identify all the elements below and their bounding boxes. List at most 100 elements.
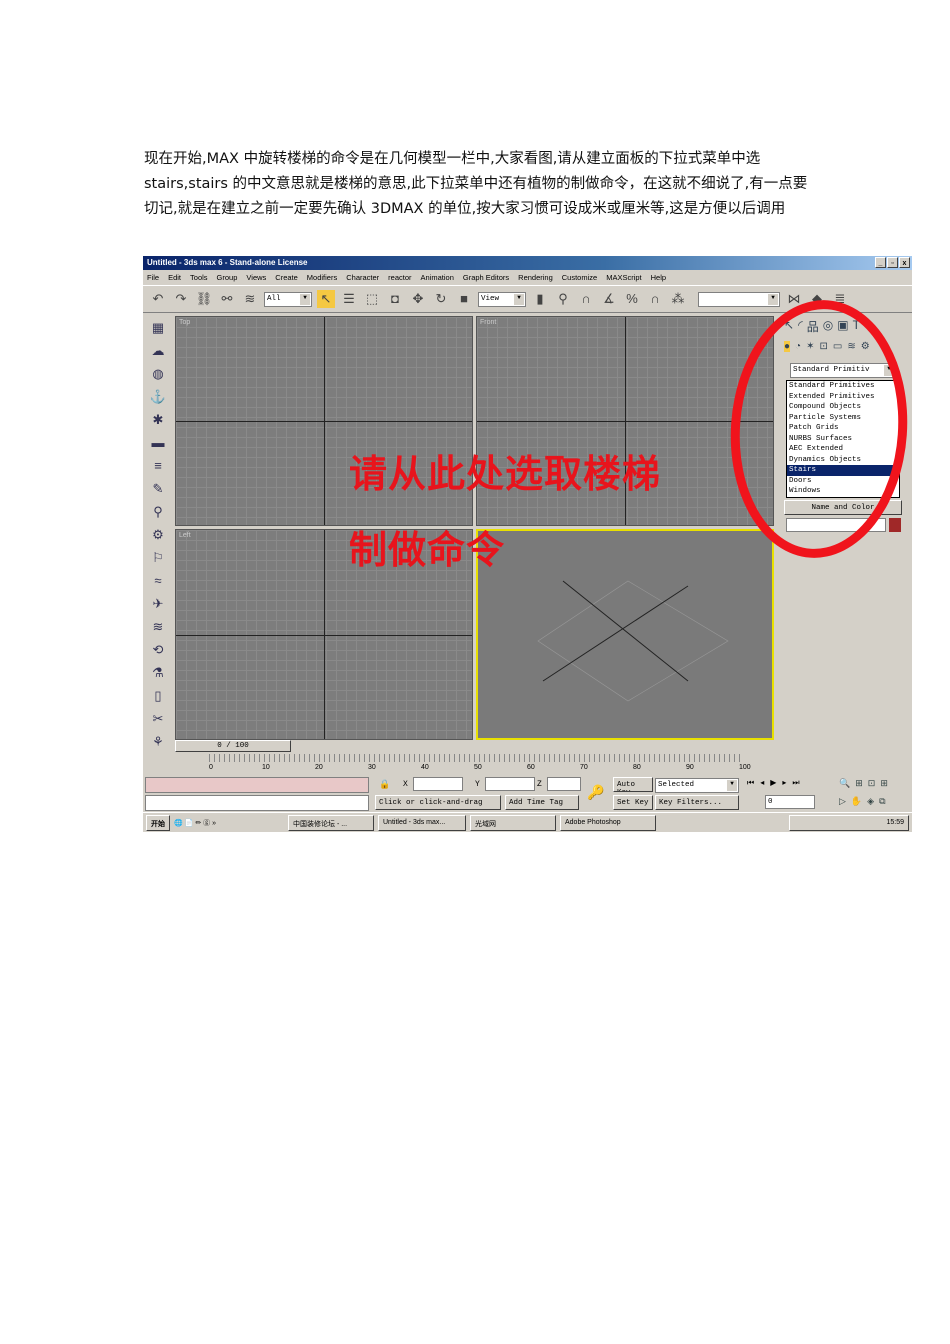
play-icon[interactable]: ▶ xyxy=(770,778,776,788)
tool-icon[interactable]: ⚙ xyxy=(152,527,164,545)
tool-icon[interactable]: ✱ xyxy=(153,412,164,430)
menu-tools[interactable]: Tools xyxy=(190,273,208,282)
select-icon[interactable]: ↖ xyxy=(317,290,335,308)
menu-help[interactable]: Help xyxy=(651,273,666,282)
menu-file[interactable]: File xyxy=(147,273,159,282)
next-frame-icon[interactable]: ▸ xyxy=(782,778,786,788)
x-field[interactable] xyxy=(413,777,463,791)
lock-icon[interactable]: 🔒 xyxy=(379,779,390,790)
restore-icon[interactable]: ▫ xyxy=(887,257,898,268)
menu-animation[interactable]: Animation xyxy=(421,273,454,282)
menu-edit[interactable]: Edit xyxy=(168,273,181,282)
window-crossing-icon[interactable]: ◘ xyxy=(386,290,404,308)
tool-icon[interactable]: ▬ xyxy=(152,435,165,453)
tool-icon[interactable]: ⟲ xyxy=(153,642,164,660)
link-icon[interactable]: ⛓ xyxy=(195,290,213,308)
viewport-label[interactable]: Front xyxy=(480,319,496,326)
timeline: 0 / 100 0 10 20 30 40 50 60 70 80 90 100 xyxy=(173,740,776,776)
time-slider[interactable]: 0 / 100 xyxy=(175,740,291,752)
menu-bar: File Edit Tools Group Views Create Modifiers Ch… xyxy=(143,270,912,285)
rotate-icon[interactable]: ↻ xyxy=(432,290,450,308)
tool-icon[interactable]: ⚲ xyxy=(153,504,163,522)
add-time-tag-button[interactable]: Add Time Tag xyxy=(505,795,579,810)
close-icon[interactable]: x xyxy=(899,257,910,268)
percent-snap-icon[interactable]: % xyxy=(623,290,641,308)
set-key-button[interactable]: Set Key xyxy=(613,795,653,810)
maxscript-input[interactable] xyxy=(145,795,369,811)
pivot-icon[interactable]: ▮ xyxy=(531,290,549,308)
object-color-swatch[interactable] xyxy=(889,518,901,532)
zoom-extents-icon[interactable]: ⊡ xyxy=(868,778,876,789)
key-filters-button[interactable]: Key Filters... xyxy=(655,795,739,810)
menu-create[interactable]: Create xyxy=(275,273,298,282)
tool-icon[interactable]: ⚓ xyxy=(150,389,166,407)
fov-icon[interactable]: ▷ xyxy=(839,796,846,807)
unlink-icon[interactable]: ⚯ xyxy=(218,290,236,308)
menu-reactor[interactable]: reactor xyxy=(388,273,411,282)
tool-icon[interactable]: ◍ xyxy=(152,366,163,384)
go-end-icon[interactable]: ⏭ xyxy=(792,778,799,788)
frame-tick-label: 30 xyxy=(368,764,376,771)
tool-icon[interactable]: ≈ xyxy=(154,573,161,591)
snap-icon[interactable]: ∩ xyxy=(577,290,595,308)
orbit-icon[interactable]: ◈ xyxy=(867,796,874,807)
taskbar-item[interactable]: Adobe Photoshop xyxy=(560,814,656,831)
prev-frame-icon[interactable]: ◂ xyxy=(760,778,764,788)
go-start-icon[interactable]: ⏮ xyxy=(747,778,754,788)
minimize-icon[interactable]: _ xyxy=(875,257,886,268)
menu-customize[interactable]: Customize xyxy=(562,273,597,282)
key-icon[interactable]: 🔑 xyxy=(587,784,604,801)
y-field[interactable] xyxy=(485,777,535,791)
undo-icon[interactable]: ↶ xyxy=(149,290,167,308)
menu-graph-editors[interactable]: Graph Editors xyxy=(463,273,509,282)
menu-maxscript[interactable]: MAXScript xyxy=(606,273,641,282)
tool-icon[interactable]: ⚘ xyxy=(152,734,164,752)
tool-icon[interactable]: ✈ xyxy=(153,596,164,614)
tool-icon[interactable]: ⚗ xyxy=(152,665,164,683)
current-frame-field[interactable]: 0 xyxy=(765,795,815,809)
tool-icon[interactable]: ✂ xyxy=(153,711,164,729)
bind-spacewarp-icon[interactable]: ≋ xyxy=(241,290,259,308)
tool-icon[interactable]: ≡ xyxy=(154,458,162,476)
track-bar[interactable] xyxy=(209,754,741,762)
maximize-viewport-icon[interactable]: ⧉ xyxy=(879,796,885,807)
pan-icon[interactable]: ✋ xyxy=(851,796,862,807)
tool-icon[interactable]: ⚐ xyxy=(152,550,164,568)
tool-icon[interactable]: ▦ xyxy=(152,320,164,338)
tool-icon[interactable]: ☁ xyxy=(152,343,165,361)
zoom-extents-all-icon[interactable]: ⊞ xyxy=(880,778,888,789)
menu-modifiers[interactable]: Modifiers xyxy=(307,273,337,282)
spinner-snap-icon[interactable]: ∩ xyxy=(646,290,664,308)
named-selection-select[interactable] xyxy=(698,291,780,307)
named-selection-icon[interactable]: ⁂ xyxy=(669,290,687,308)
redo-icon[interactable]: ↷ xyxy=(172,290,190,308)
selection-filter-select[interactable]: All xyxy=(264,291,312,307)
menu-rendering[interactable]: Rendering xyxy=(518,273,553,282)
move-icon[interactable]: ✥ xyxy=(409,290,427,308)
scale-icon[interactable]: ■ xyxy=(455,290,473,308)
menu-views[interactable]: Views xyxy=(246,273,266,282)
zoom-all-icon[interactable]: ⊞ xyxy=(855,778,863,789)
start-button[interactable]: 开始 xyxy=(146,814,170,831)
menu-group[interactable]: Group xyxy=(217,273,238,282)
taskbar-item[interactable]: Untitled - 3ds max... xyxy=(378,814,466,831)
taskbar-item[interactable]: 中国装修论坛 - ... xyxy=(288,814,374,831)
z-field[interactable] xyxy=(547,777,581,791)
manipulate-icon[interactable]: ⚲ xyxy=(554,290,572,308)
tool-icon[interactable]: ≋ xyxy=(153,619,164,637)
menu-character[interactable]: Character xyxy=(346,273,379,282)
zoom-icon[interactable]: 🔍 xyxy=(839,778,850,789)
key-mode-select[interactable]: Selected xyxy=(655,778,739,793)
angle-snap-icon[interactable]: ∡ xyxy=(600,290,618,308)
tool-icon[interactable]: ▯ xyxy=(154,688,161,706)
viewport-label[interactable]: Top xyxy=(179,319,190,326)
region-select-icon[interactable]: ⬚ xyxy=(363,290,381,308)
select-by-name-icon[interactable]: ☰ xyxy=(340,290,358,308)
taskbar-item[interactable]: 光域网 xyxy=(470,814,556,831)
auto-key-button[interactable]: Auto Key xyxy=(613,777,653,792)
maxscript-listener[interactable] xyxy=(145,777,369,793)
reference-coord-select[interactable]: View xyxy=(478,291,526,307)
tool-icon[interactable]: ✎ xyxy=(153,481,164,499)
viewport-perspective[interactable] xyxy=(476,529,774,740)
viewport-label[interactable]: Left xyxy=(179,532,191,539)
